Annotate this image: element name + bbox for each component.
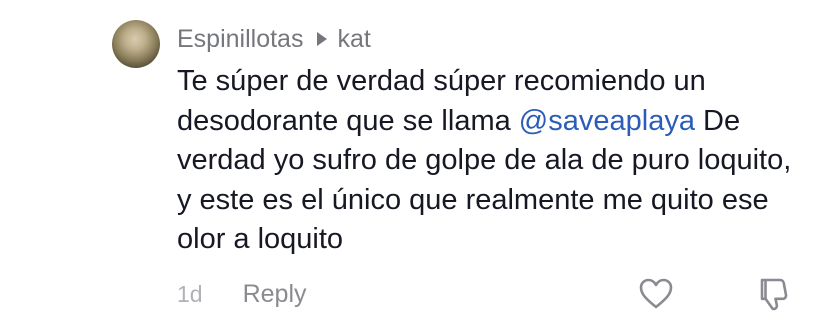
comment-text: Te súper de verdad súper recomiendo un d… (177, 62, 807, 260)
thumbs-down-icon[interactable] (754, 275, 792, 313)
timestamp: 1d (177, 280, 203, 307)
reply-to-name[interactable]: kat (337, 25, 370, 54)
comment-footer: 1d Reply (177, 276, 307, 312)
comment-header: Espinillotas kat (177, 22, 371, 56)
comment-item: Espinillotas kat Te súper de verdad súpe… (0, 0, 828, 321)
reply-button[interactable]: Reply (243, 280, 307, 309)
mention-link[interactable]: @saveaplaya (519, 105, 695, 137)
author-name[interactable]: Espinillotas (177, 25, 303, 54)
avatar[interactable] (112, 20, 160, 68)
caret-right-icon (317, 32, 328, 46)
heart-icon[interactable] (638, 276, 674, 312)
